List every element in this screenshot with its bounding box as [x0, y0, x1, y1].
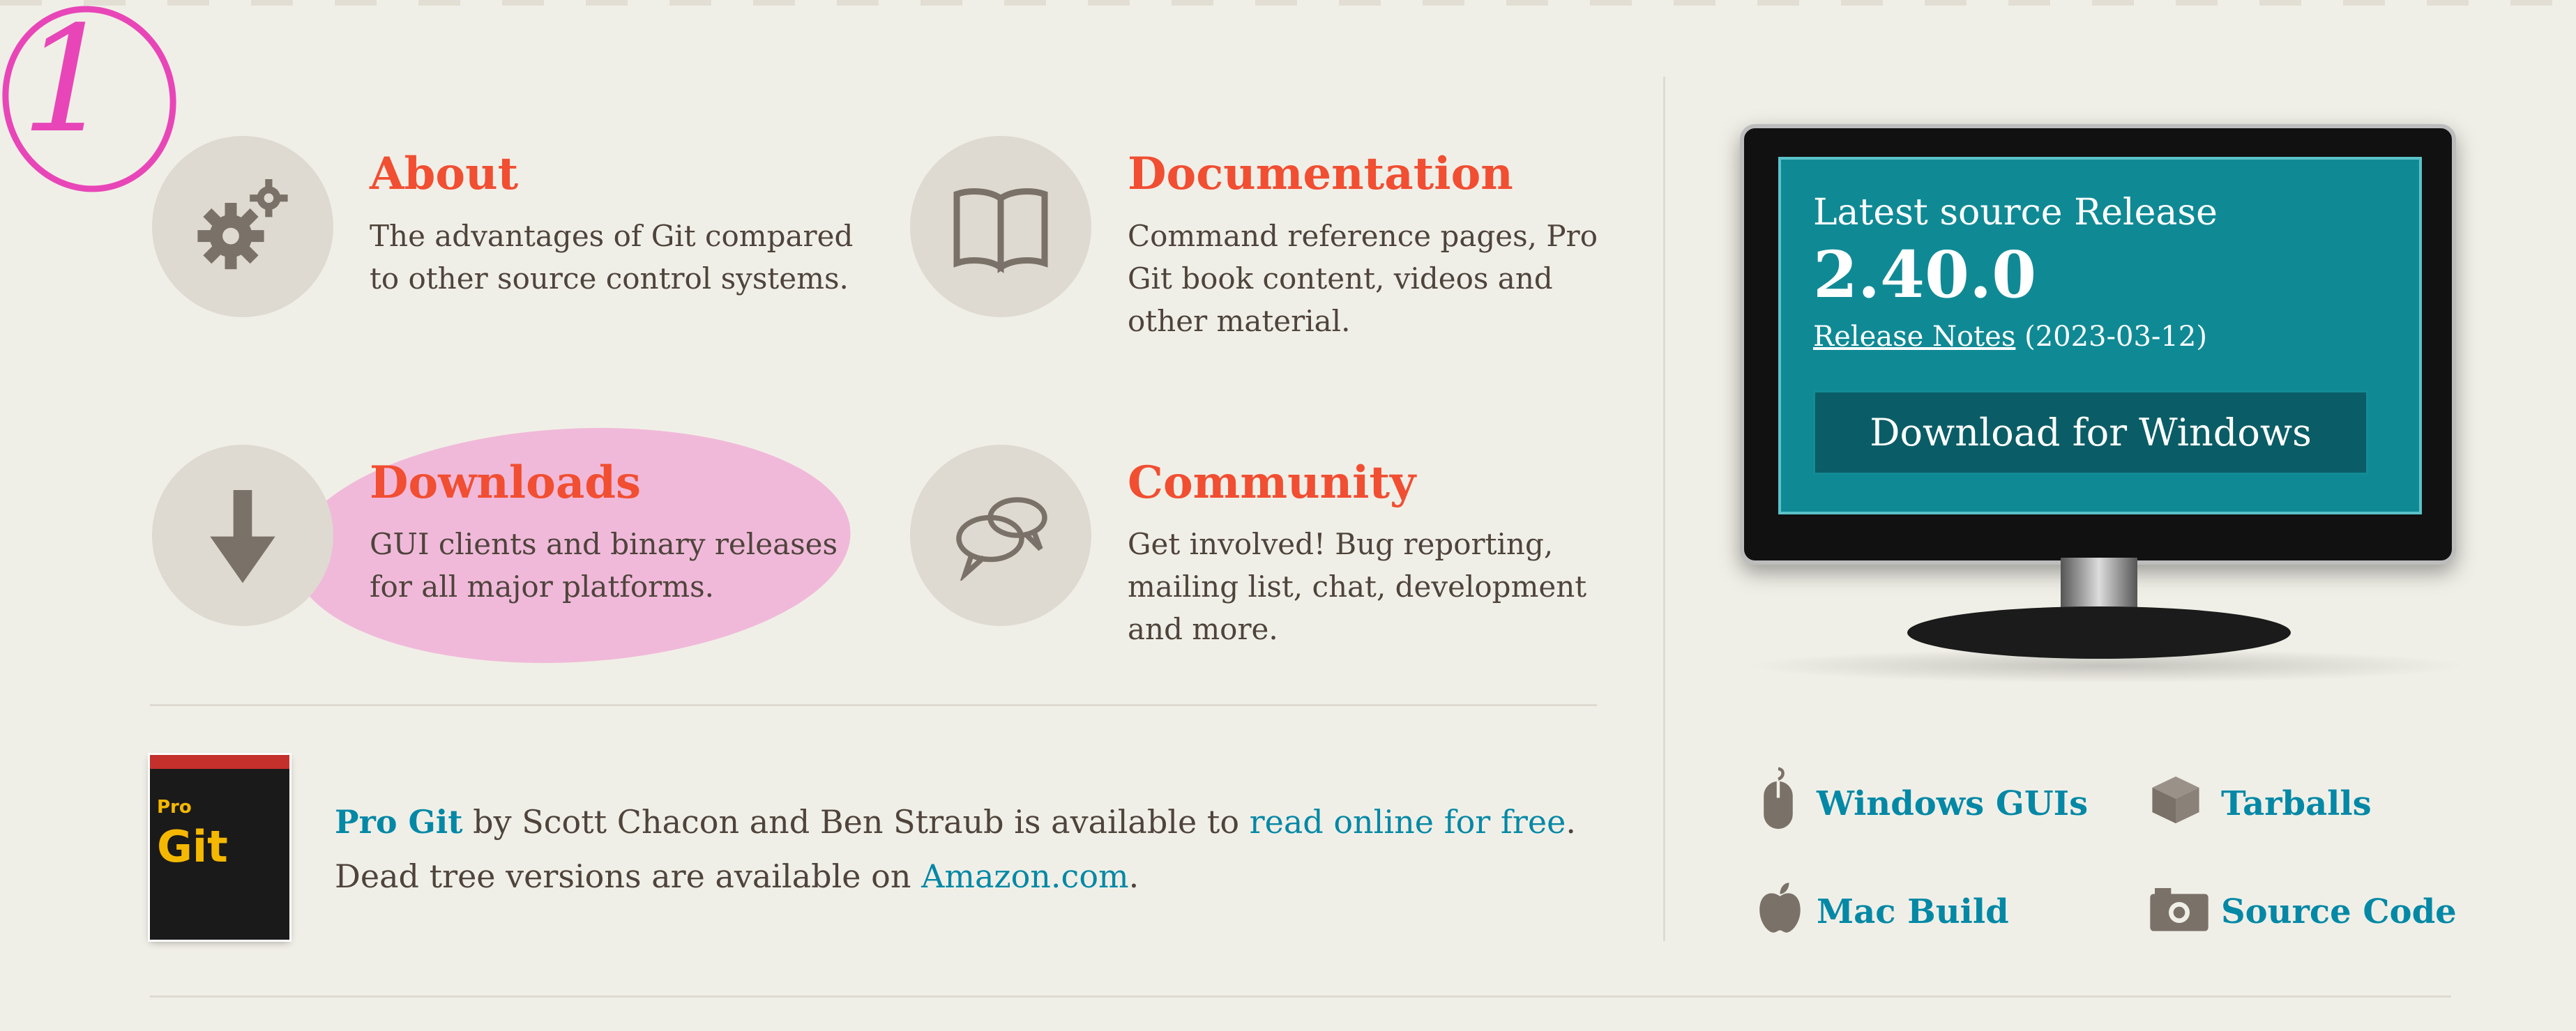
downloads-description: GUI clients and binary releases for all …	[370, 527, 838, 604]
downloads-link[interactable]: Downloads	[370, 457, 641, 509]
release-notes-link[interactable]: Release Notes	[1813, 321, 2015, 353]
release-version: 2.40.0	[1813, 237, 2037, 312]
box-icon[interactable]	[2148, 774, 2204, 829]
download-arrow-icon[interactable]	[152, 445, 333, 626]
column-divider	[1663, 77, 1665, 941]
about-link[interactable]: About	[370, 148, 518, 200]
amazon-link[interactable]: Amazon.com	[921, 857, 1129, 895]
book-icon[interactable]	[910, 136, 1091, 317]
top-border	[0, 0, 2576, 6]
pro-git-text: Pro Git by Scott Chacon and Ben Straub i…	[335, 803, 1576, 895]
community-link[interactable]: Community	[1128, 457, 1416, 509]
camera-icon[interactable]	[2148, 884, 2211, 937]
features-divider	[150, 704, 1597, 706]
about-description: The advantages of Git compared to other …	[370, 219, 854, 296]
release-date: (2023-03-12)	[2015, 321, 2207, 353]
release-notes: Release Notes (2023-03-12)	[1813, 321, 2207, 353]
bottom-divider	[150, 995, 2451, 998]
source-code-link[interactable]: Source Code	[2221, 892, 2457, 931]
documentation-link[interactable]: Documentation	[1128, 148, 1513, 200]
read-online-link[interactable]: read online for free	[1250, 803, 1566, 841]
tarballs-link[interactable]: Tarballs	[2221, 784, 2372, 823]
mac-build-link[interactable]: Mac Build	[1817, 892, 2009, 931]
pro-git-link[interactable]: Pro Git	[335, 803, 463, 841]
download-for-windows-button[interactable]: Download for Windows	[1813, 390, 2368, 475]
windows-guis-link[interactable]: Windows GUIs	[1817, 784, 2088, 823]
community-description: Get involved! Bug reporting, mailing lis…	[1128, 527, 1587, 646]
monitor-stand-base	[1907, 606, 2291, 659]
pro-git-book-cover[interactable]: Pro Git	[150, 755, 289, 940]
gears-icon[interactable]	[152, 136, 333, 317]
release-label: Latest source Release	[1813, 192, 2218, 234]
mouse-icon[interactable]	[1757, 767, 1799, 836]
apple-icon[interactable]	[1757, 880, 1803, 938]
annotation-number: 1	[21, 0, 114, 165]
documentation-description: Command reference pages, Pro Git book co…	[1128, 219, 1598, 338]
chat-bubbles-icon[interactable]	[910, 445, 1091, 626]
